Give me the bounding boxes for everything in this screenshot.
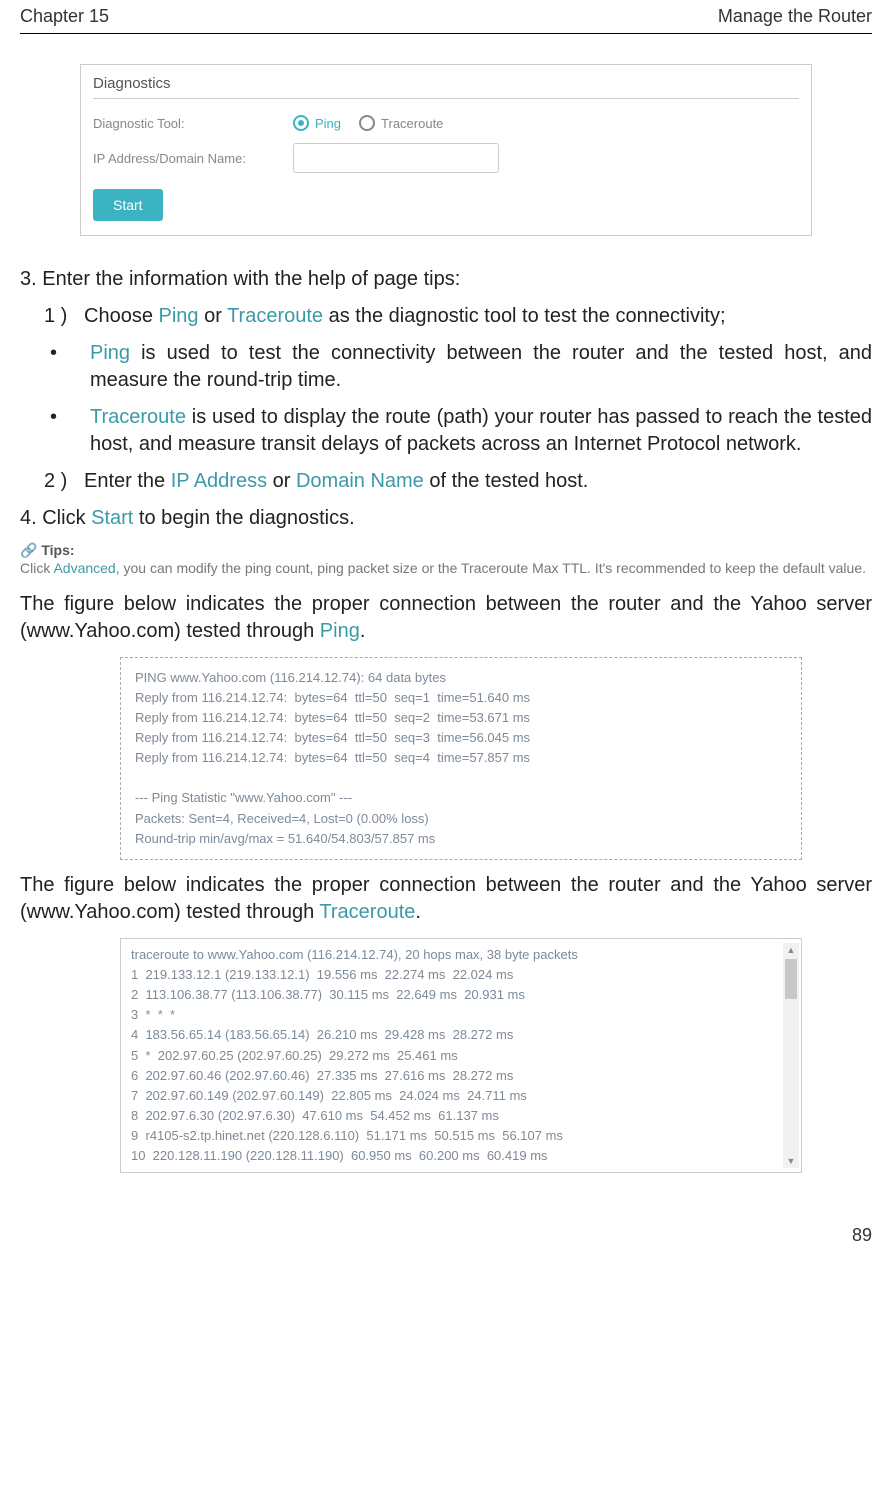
ip-address-input[interactable] — [293, 143, 499, 173]
traceroute-link: Traceroute — [227, 305, 323, 327]
bullet-content: Traceroute is used to display the route … — [90, 404, 872, 458]
text: . — [360, 620, 366, 642]
ping-link: Ping — [159, 305, 199, 327]
text: or — [267, 470, 296, 492]
link-icon: 🔗 — [20, 542, 41, 558]
advanced-link: Advanced — [53, 560, 115, 576]
text: 4. Click — [20, 507, 91, 529]
traceroute-radio-label: Traceroute — [381, 116, 443, 131]
ping-name: Ping — [90, 342, 130, 364]
text: is used to test the connectivity between… — [90, 342, 872, 391]
bullet-traceroute: • Traceroute is used to display the rout… — [44, 404, 872, 458]
diagnostic-tool-label: Diagnostic Tool: — [93, 116, 293, 131]
text: The figure below indicates the proper co… — [20, 874, 872, 923]
step-3-1: 1 ) Choose Ping or Traceroute as the dia… — [44, 303, 872, 330]
traceroute-radio[interactable]: Traceroute — [359, 115, 443, 131]
text: as the diagnostic tool to test the conne… — [323, 305, 725, 327]
text: The figure below indicates the proper co… — [20, 593, 872, 642]
text: , you can modify the ping count, ping pa… — [116, 560, 866, 576]
scrollbar[interactable]: ▲ ▼ — [783, 943, 799, 1169]
scroll-thumb[interactable] — [785, 959, 797, 999]
ping-link: Ping — [320, 620, 360, 642]
step-content: Choose Ping or Traceroute as the diagnos… — [84, 303, 872, 330]
traceroute-paragraph: The figure below indicates the proper co… — [20, 872, 872, 926]
text: Enter the — [84, 470, 171, 492]
step-4: 4. Click Start to begin the diagnostics. — [20, 505, 872, 532]
bullet-ping: • Ping is used to test the connectivity … — [44, 340, 872, 394]
step-content: Enter the IP Address or Domain Name of t… — [84, 468, 872, 495]
traceroute-name: Traceroute — [90, 406, 186, 428]
page-footer: 89 — [20, 1185, 872, 1256]
page-number: 89 — [852, 1225, 872, 1245]
scroll-up-icon[interactable]: ▲ — [784, 943, 798, 957]
chapter-label: Chapter 15 — [20, 6, 109, 27]
step-3: 3. Enter the information with the help o… — [20, 266, 872, 293]
traceroute-output-text: traceroute to www.Yahoo.com (116.214.12.… — [131, 945, 791, 1167]
tips-body: Click Advanced, you can modify the ping … — [20, 559, 872, 579]
ping-radio[interactable]: Ping — [293, 115, 341, 131]
tips-header: 🔗 Tips: — [20, 542, 872, 559]
bullet-marker: • — [44, 340, 90, 394]
step-3-list: 1 ) Choose Ping or Traceroute as the dia… — [20, 303, 872, 495]
text: to begin the diagnostics. — [133, 507, 354, 529]
page-header: Chapter 15 Manage the Router — [20, 0, 872, 34]
bullet-content: Ping is used to test the connectivity be… — [90, 340, 872, 394]
step-3-2: 2 ) Enter the IP Address or Domain Name … — [44, 468, 872, 495]
text: Click — [20, 560, 53, 576]
ip-address-label: IP Address/Domain Name: — [93, 151, 293, 166]
divider — [93, 98, 799, 99]
scroll-down-icon[interactable]: ▼ — [784, 1154, 798, 1168]
text: Choose — [84, 305, 159, 327]
start-link: Start — [91, 507, 133, 529]
section-title: Manage the Router — [718, 6, 872, 27]
ip-address-row: IP Address/Domain Name: — [81, 137, 811, 179]
step-marker: 1 ) — [44, 303, 84, 330]
start-button[interactable]: Start — [93, 189, 163, 221]
text: is used to display the route (path) your… — [90, 406, 872, 455]
diagnostics-panel: Diagnostics Diagnostic Tool: Ping Tracer… — [80, 64, 812, 236]
ping-radio-label: Ping — [315, 116, 341, 131]
tips-label: Tips: — [41, 542, 74, 558]
radio-unselected-icon — [359, 115, 375, 131]
bullet-marker: • — [44, 404, 90, 458]
text: . — [415, 901, 421, 923]
diagnostic-tool-row: Diagnostic Tool: Ping Traceroute — [81, 109, 811, 137]
traceroute-output-box: traceroute to www.Yahoo.com (116.214.12.… — [120, 938, 802, 1174]
diagnostics-title: Diagnostics — [81, 65, 811, 98]
domain-name-link: Domain Name — [296, 470, 424, 492]
ping-paragraph: The figure below indicates the proper co… — [20, 591, 872, 645]
step-marker: 2 ) — [44, 468, 84, 495]
text: of the tested host. — [424, 470, 589, 492]
radio-selected-icon — [293, 115, 309, 131]
ip-address-link: IP Address — [171, 470, 267, 492]
text: or — [199, 305, 228, 327]
ping-output-box: PING www.Yahoo.com (116.214.12.74): 64 d… — [120, 657, 802, 860]
traceroute-link: Traceroute — [319, 901, 415, 923]
